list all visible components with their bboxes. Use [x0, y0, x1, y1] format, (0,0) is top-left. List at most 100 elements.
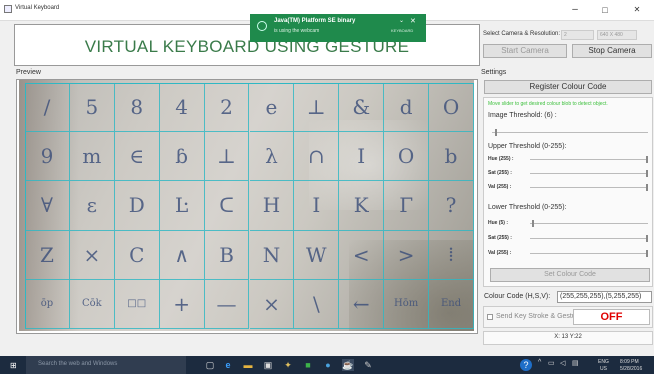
lower-sat-slider[interactable]: [646, 235, 648, 242]
send-key-checkbox[interactable]: [487, 314, 493, 320]
virtual-key: d: [384, 83, 430, 133]
virtual-key: ?: [429, 181, 474, 231]
virtual-key: 5: [69, 83, 115, 133]
virtual-key: e: [249, 83, 295, 133]
virtual-key: 9: [25, 132, 70, 182]
virtual-key: 8: [114, 83, 160, 133]
edge-icon[interactable]: e: [222, 359, 234, 371]
upper-hue-slider[interactable]: [646, 156, 648, 163]
virtual-key: ←: [339, 279, 385, 329]
virtual-key: b: [429, 132, 474, 182]
colour-code-label: Colour Code (H,S,V):: [484, 293, 551, 300]
network-icon[interactable]: ▭: [548, 359, 555, 367]
virtual-key: ∀: [25, 181, 70, 231]
store-icon[interactable]: ▣: [262, 359, 274, 371]
tray-chevron-icon[interactable]: ^: [538, 359, 541, 366]
virtual-key: m: [69, 132, 115, 182]
help-icon[interactable]: ?: [520, 359, 532, 371]
app-icon-3[interactable]: ●: [322, 359, 334, 371]
colour-code-field[interactable]: (255,255,255),(5,255,255): [557, 291, 652, 303]
virtual-key: O: [429, 83, 474, 133]
task-view-icon[interactable]: ▢: [204, 359, 216, 371]
maximize-button[interactable]: □: [594, 2, 616, 18]
toggle-off-button[interactable]: OFF: [573, 309, 650, 325]
taskbar-search[interactable]: Search the web and Windows: [26, 356, 186, 374]
select-camera-label: Select Camera & Resolution:: [483, 31, 561, 37]
volume-icon[interactable]: ◁: [560, 359, 565, 367]
virtual-key: ∈: [114, 132, 160, 182]
chevron-down-icon[interactable]: ⌄: [399, 17, 404, 24]
send-key-label: Send Key Stroke & Gesture: [496, 313, 582, 320]
windows-start-icon[interactable]: ⊞: [10, 361, 17, 370]
virtual-key: ∩: [294, 132, 340, 182]
lower-threshold-title: Lower Threshold (0-255):: [488, 204, 567, 211]
virtual-key: ⁞: [429, 230, 474, 280]
notification-title: Java(TM) Platform SE binary: [274, 18, 356, 24]
app-icon: [4, 5, 12, 13]
folder-icon[interactable]: ▬: [242, 359, 254, 371]
lower-sat-label: Sat (255) :: [488, 235, 512, 241]
camera-select[interactable]: 2: [561, 30, 594, 40]
virtual-key: C: [114, 230, 160, 280]
close-button[interactable]: ✕: [626, 2, 648, 18]
virtual-key: I: [339, 132, 385, 182]
upper-threshold-title: Upper Threshold (0-255):: [488, 143, 567, 150]
virtual-key: >: [384, 230, 430, 280]
taskbar: ⊞ Search the web and Windows ▢ e ▬ ▣ ✦ ■…: [0, 356, 654, 374]
set-colour-button[interactable]: Set Colour Code: [490, 268, 650, 282]
image-threshold-label: Image Threshold: (6) :: [488, 112, 557, 119]
stop-camera-button[interactable]: Stop Camera: [572, 44, 652, 58]
upper-val-slider[interactable]: [646, 184, 648, 191]
app-icon-1[interactable]: ✦: [282, 359, 294, 371]
app-icon-2[interactable]: ■: [302, 359, 314, 371]
virtual-key: &: [339, 83, 385, 133]
app-icon-4[interactable]: ✎: [362, 359, 374, 371]
lower-val-slider[interactable]: [646, 250, 648, 257]
virtual-key: ∧: [159, 230, 205, 280]
image-threshold-slider[interactable]: [495, 129, 498, 136]
register-colour-button[interactable]: Register Colour Code: [484, 80, 652, 94]
close-icon[interactable]: ✕: [410, 17, 416, 25]
virtual-key: +: [159, 279, 205, 329]
virtual-key: W: [294, 230, 340, 280]
notification-center-icon[interactable]: ▤: [572, 359, 579, 367]
clock-time[interactable]: 8:09 PM: [620, 359, 639, 365]
search-placeholder: Search the web and Windows: [38, 361, 118, 367]
resolution-select[interactable]: 640 X 480: [597, 30, 637, 40]
notification-message: is using the webcam: [274, 28, 320, 34]
virtual-key: <: [339, 230, 385, 280]
virtual-key: Γ: [384, 181, 430, 231]
virtual-key: K: [339, 181, 385, 231]
upper-hue-label: Hue (255) :: [488, 156, 514, 162]
virtual-key: 4: [159, 83, 205, 133]
threshold-panel: [483, 97, 653, 287]
lower-val-label: Val (255) :: [488, 250, 512, 256]
java-app-icon[interactable]: ☕: [342, 359, 354, 371]
virtual-key: —: [204, 279, 250, 329]
virtual-key: ×: [249, 279, 295, 329]
virtual-key: ⊥: [294, 83, 340, 133]
tray-language[interactable]: ENG: [598, 359, 609, 365]
virtual-key: □□: [114, 279, 160, 329]
virtual-key: H: [249, 181, 295, 231]
notification-app: KEYBOARD: [391, 28, 414, 33]
virtual-key: 2: [204, 83, 250, 133]
virtual-key: End: [429, 279, 474, 329]
virtual-key: ×: [69, 230, 115, 280]
virtual-key: N: [249, 230, 295, 280]
start-camera-button[interactable]: Start Camera: [483, 44, 567, 58]
virtual-key: O: [384, 132, 430, 182]
virtual-key: λ: [249, 132, 295, 182]
virtual-key: ᑕ: [204, 181, 250, 231]
lower-hue-slider[interactable]: [532, 220, 534, 227]
virtual-key: D: [114, 181, 160, 231]
settings-label: Settings: [481, 69, 507, 76]
preview-label: Preview: [16, 69, 41, 76]
upper-val-label: Val (255) :: [488, 184, 512, 190]
minimize-button[interactable]: –: [564, 2, 586, 18]
webcam-icon: [257, 21, 267, 31]
upper-sat-slider[interactable]: [646, 170, 648, 177]
image-threshold-track: [492, 132, 648, 133]
virtual-key: ⊥: [204, 132, 250, 182]
webcam-notification[interactable]: Java(TM) Platform SE binary is using the…: [250, 14, 426, 42]
